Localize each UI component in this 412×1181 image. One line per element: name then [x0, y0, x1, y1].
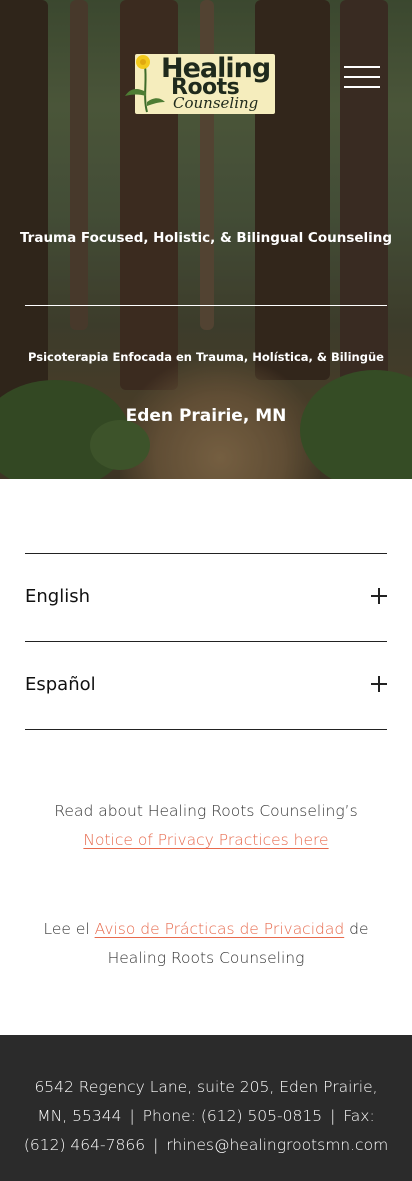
privacy-text: Lee el: [43, 920, 95, 938]
footer-separator: |: [153, 1136, 159, 1154]
accordion-label: English: [25, 586, 90, 607]
footer-separator: |: [330, 1107, 336, 1125]
dandelion-icon: [125, 55, 165, 113]
plus-icon[interactable]: [371, 588, 387, 604]
privacy-notice-spanish: Lee el Aviso de Prácticas de Privacidad …: [20, 915, 392, 973]
accordion-divider: [25, 729, 387, 730]
footer-separator: |: [129, 1107, 135, 1125]
accordion-label: Español: [25, 674, 96, 695]
footer-contact: 6542 Regency Lane, suite 205, Eden Prair…: [22, 1073, 390, 1160]
logo-text-counseling: Counseling: [173, 94, 259, 112]
hero-tagline-english: Trauma Focused, Holistic, & Bilingual Co…: [19, 230, 393, 246]
hamburger-menu-icon[interactable]: [344, 64, 382, 90]
plus-icon[interactable]: [371, 676, 387, 692]
accordion-item-english[interactable]: English: [25, 553, 387, 641]
hero-divider: [25, 305, 387, 306]
privacy-link-english[interactable]: Notice of Privacy Practices here: [83, 831, 328, 849]
hero-location: Eden Prairie, MN: [125, 406, 287, 426]
accordion-item-espanol[interactable]: Español: [25, 641, 387, 729]
hero-tagline-spanish: Psicoterapia Enfocada en Trauma, Holísti…: [28, 350, 384, 364]
site-footer: 6542 Regency Lane, suite 205, Eden Prair…: [0, 1035, 412, 1181]
site-logo[interactable]: Healing Roots Counseling: [117, 52, 275, 115]
privacy-text: Read about Healing Roots Counseling’s: [54, 802, 358, 820]
footer-email[interactable]: rhines@healingrootsmn.com: [166, 1136, 388, 1154]
privacy-notice-english: Read about Healing Roots Counseling’s No…: [20, 797, 392, 855]
privacy-link-spanish[interactable]: Aviso de Prácticas de Privacidad: [95, 920, 345, 938]
footer-phone[interactable]: Phone: (612) 505-0815: [143, 1107, 322, 1125]
hero-banner: Healing Roots Counseling Trauma Focused,…: [0, 0, 412, 479]
